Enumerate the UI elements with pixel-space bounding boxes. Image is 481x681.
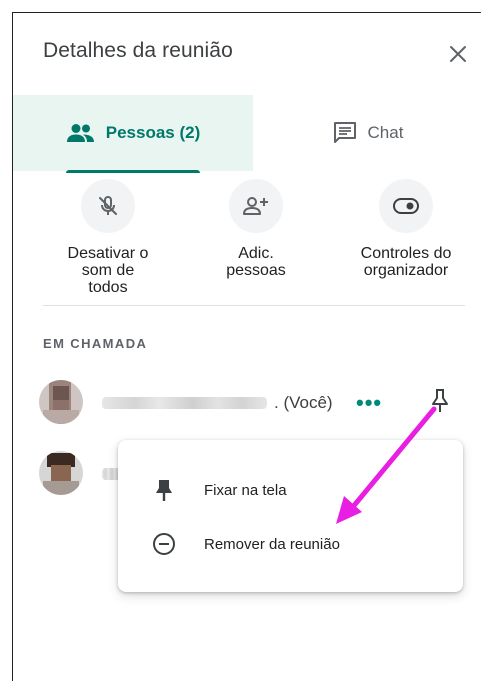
add-people-button[interactable]: Adic. pessoas [191,173,321,279]
toggle-icon [393,198,419,214]
host-controls-button[interactable]: Controles do organizador [341,173,471,279]
people-actions: Desativar o som de todos Adic. pessoas C… [43,173,471,296]
close-icon [450,46,466,62]
mute-all-icon-circle [81,179,135,233]
tab-chat[interactable]: Chat [253,95,481,171]
participant-name-redacted [102,397,267,409]
close-button[interactable] [445,41,471,67]
participant-you-label: . (Você) [274,393,333,412]
mute-all-label: Desativar o som de todos [67,245,149,296]
tab-people[interactable]: Pessoas (2) [13,95,253,173]
host-controls-icon-circle [379,179,433,233]
chat-icon [333,122,356,143]
mic-off-icon [99,196,117,215]
pin-to-screen-label: Fixar na tela [204,481,287,499]
tab-people-label: Pessoas (2) [105,123,201,142]
host-controls-label: Controles do organizador [360,245,452,279]
pin-to-screen-menu-item[interactable]: Fixar na tela [118,466,463,514]
people-icon [66,124,94,142]
in-call-section-title: EM CHAMADA [43,336,148,351]
tab-chat-label: Chat [367,123,404,142]
pin-icon [432,389,448,412]
avatar [39,380,83,424]
pin-icon [152,478,176,502]
participant-context-menu: Fixar na tela Remover da reunião [118,440,463,592]
add-people-label: Adic. pessoas [226,245,286,279]
section-divider [43,305,465,306]
add-person-icon [243,197,268,215]
remove-from-meeting-label: Remover da reunião [204,535,340,553]
remove-from-meeting-menu-item[interactable]: Remover da reunião [118,520,463,568]
participant-row[interactable]: . (Você) ••• [39,380,469,430]
more-options-button[interactable]: ••• [356,390,382,416]
remove-circle-icon [152,532,176,556]
add-people-icon-circle [229,179,283,233]
pin-button[interactable] [430,388,450,419]
meeting-details-panel: Detalhes da reunião Pessoas (2) Chat Des… [12,12,481,681]
avatar [39,451,83,495]
mute-all-button[interactable]: Desativar o som de todos [43,173,173,296]
panel-title: Detalhes da reunião [43,39,233,62]
tab-bar: Pessoas (2) Chat [13,95,481,173]
